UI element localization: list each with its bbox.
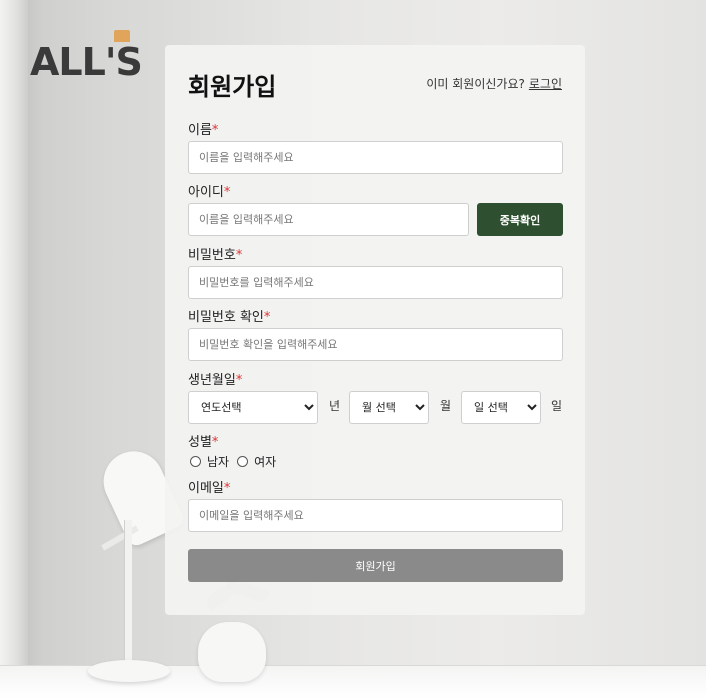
form-header: 회원가입 이미 회원이신가요? 로그인 xyxy=(188,65,562,105)
required-mark: * xyxy=(235,248,243,263)
lamp-pole-decoration xyxy=(124,520,132,670)
signup-submit-button[interactable]: 회원가입 xyxy=(188,549,563,582)
required-mark: * xyxy=(211,435,219,450)
password-confirm-input[interactable] xyxy=(188,328,563,361)
id-label: 아이디* xyxy=(188,181,230,200)
birth-label: 생년월일* xyxy=(188,369,242,388)
birth-month-select[interactable]: 월 선택 xyxy=(349,391,429,424)
password-input[interactable] xyxy=(188,266,563,299)
background-wall-edge xyxy=(0,0,28,699)
female-label: 여자 xyxy=(254,455,277,469)
email-input[interactable] xyxy=(188,499,563,532)
birth-year-select[interactable]: 연도선택 xyxy=(188,391,318,424)
duplicate-check-button[interactable]: 중복확인 xyxy=(477,203,563,236)
password-label-text: 비밀번호 xyxy=(188,248,236,263)
background-shadow xyxy=(28,0,138,699)
birth-label-text: 생년월일 xyxy=(188,373,236,388)
signup-card: 회원가입 이미 회원이신가요?로그인 이름* 아이디* 중복확인 비밀번호* 비… xyxy=(165,45,585,615)
day-unit: 일 xyxy=(551,399,563,413)
plant-pot-decoration xyxy=(198,622,266,682)
password-confirm-label: 비밀번호 확인* xyxy=(188,306,270,325)
login-hint: 이미 회원이신가요? 로그인 xyxy=(426,75,562,92)
name-label: 이름* xyxy=(188,119,218,138)
required-mark: * xyxy=(223,481,231,496)
logo[interactable]: ALL'S xyxy=(30,40,143,84)
name-label-text: 이름 xyxy=(188,123,212,138)
id-label-text: 아이디 xyxy=(188,185,224,200)
password-label: 비밀번호* xyxy=(188,244,242,263)
male-radio[interactable] xyxy=(190,456,201,467)
password-confirm-label-text: 비밀번호 확인 xyxy=(188,310,264,325)
required-mark: * xyxy=(263,310,271,325)
id-input[interactable] xyxy=(188,203,469,236)
male-label: 남자 xyxy=(207,455,230,469)
year-unit: 년 xyxy=(329,399,341,413)
required-mark: * xyxy=(223,185,231,200)
lamp-base-decoration xyxy=(88,660,170,682)
login-hint-text: 이미 회원이신가요? xyxy=(426,77,525,91)
birth-day-select[interactable]: 일 선택 xyxy=(461,391,541,424)
login-link[interactable]: 로그인 xyxy=(529,77,562,91)
name-input[interactable] xyxy=(188,141,563,174)
gender-label-text: 성별 xyxy=(188,435,212,450)
required-mark: * xyxy=(235,373,243,388)
email-label-text: 이메일 xyxy=(188,481,224,496)
gender-label: 성별* xyxy=(188,431,218,450)
email-label: 이메일* xyxy=(188,477,230,496)
required-mark: * xyxy=(211,123,219,138)
gender-options: 남자 여자 xyxy=(190,453,284,470)
month-unit: 월 xyxy=(440,399,452,413)
page-title: 회원가입 xyxy=(188,73,277,101)
female-radio[interactable] xyxy=(237,456,249,467)
